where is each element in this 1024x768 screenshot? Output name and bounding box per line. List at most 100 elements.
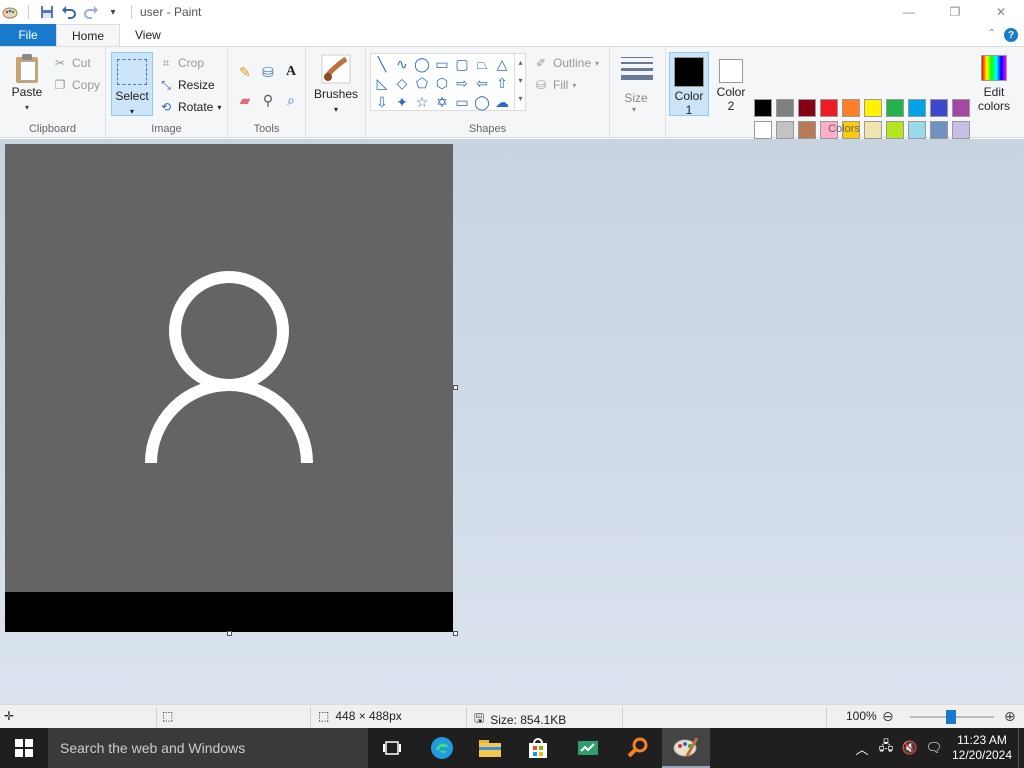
hexagon-shape-icon[interactable]: ⬡ — [434, 75, 450, 91]
save-icon[interactable] — [39, 4, 55, 20]
pencil-icon[interactable]: ✎ — [236, 63, 254, 81]
down-arrow-shape-icon[interactable]: ⇩ — [374, 94, 390, 110]
taskbar-file-explorer[interactable] — [466, 728, 514, 768]
taskbar-paint[interactable] — [662, 728, 710, 768]
volume-muted-icon[interactable]: 🔇 — [898, 728, 922, 768]
tab-view[interactable]: View — [120, 24, 176, 46]
palette-swatch[interactable] — [952, 99, 970, 117]
network-icon[interactable]: 🖧 — [874, 728, 898, 768]
rect-callout-shape-icon[interactable]: ▭ — [454, 94, 470, 110]
size-dropdown-icon[interactable]: ▾ — [632, 105, 636, 114]
task-view-button[interactable] — [368, 728, 416, 768]
palette-swatch[interactable] — [908, 99, 926, 117]
cloud-callout-shape-icon[interactable]: ☁ — [494, 94, 510, 110]
palette-swatch[interactable] — [820, 99, 838, 117]
collapse-ribbon-icon[interactable]: ⌃ — [988, 28, 996, 39]
paint-app-icon[interactable] — [2, 4, 18, 20]
palette-swatch[interactable] — [798, 99, 816, 117]
oval-callout-shape-icon[interactable]: ◯ — [474, 94, 490, 110]
palette-swatch[interactable] — [886, 99, 904, 117]
size-label[interactable]: Size — [616, 91, 656, 105]
resize-button[interactable]: ⤡ Resize — [158, 77, 215, 93]
color1-button[interactable]: Color 1 — [669, 52, 709, 117]
brushes-button[interactable]: Brushes ▾ — [311, 53, 361, 115]
paste-button[interactable]: Paste ▾ — [8, 53, 46, 113]
palette-swatch[interactable] — [930, 99, 948, 117]
zoom-slider[interactable] — [910, 710, 994, 724]
right-arrow-shape-icon[interactable]: ⇨ — [454, 75, 470, 91]
action-center-icon[interactable]: 🗨 — [922, 728, 946, 768]
rotate-button[interactable]: ⟲ Rotate ▾ — [158, 99, 221, 115]
undo-icon[interactable] — [61, 4, 77, 20]
triangle-shape-icon[interactable]: △ — [494, 56, 510, 72]
rectangle-shape-icon[interactable]: ▭ — [434, 56, 450, 72]
redo-icon[interactable] — [83, 4, 99, 20]
shapes-scroll[interactable]: ▴ ▾ ▾ — [514, 54, 526, 110]
fill-bucket-icon[interactable]: ⛁ — [259, 63, 277, 81]
taskbar-app-search[interactable] — [614, 728, 662, 768]
four-point-star-shape-icon[interactable]: ✦ — [394, 94, 410, 110]
five-point-star-shape-icon[interactable]: ☆ — [414, 94, 430, 110]
zoom-out-icon[interactable]: ⊖ — [882, 708, 894, 725]
copy-button[interactable]: ❐ Copy — [52, 77, 100, 93]
customize-toolbar-icon[interactable]: ▾ — [105, 4, 121, 20]
diamond-shape-icon[interactable]: ◇ — [394, 75, 410, 91]
brushes-dropdown-icon[interactable]: ▾ — [334, 105, 338, 114]
tab-home[interactable]: Home — [56, 24, 121, 46]
color2-swatch — [719, 59, 743, 83]
up-arrow-shape-icon[interactable]: ⇧ — [494, 75, 510, 91]
pentagon-shape-icon[interactable]: ⬠ — [414, 75, 430, 91]
taskbar-clock[interactable]: 11:23 AM 12/20/2024 — [946, 733, 1018, 763]
crop-label: Crop — [178, 56, 205, 70]
canvas-resize-handle-right[interactable] — [453, 385, 458, 390]
text-tool-icon[interactable]: A — [282, 63, 300, 81]
canvas-resize-handle-corner[interactable] — [453, 631, 458, 636]
crop-button[interactable]: ⌗ Crop — [158, 55, 204, 71]
drawing-canvas[interactable] — [5, 144, 453, 632]
rounded-rectangle-shape-icon[interactable]: ▢ — [454, 56, 470, 72]
eraser-icon[interactable]: ▰ — [236, 91, 254, 109]
maximize-button[interactable]: ❐ — [932, 0, 978, 24]
taskbar-app-green[interactable] — [564, 728, 612, 768]
start-button[interactable] — [0, 728, 48, 768]
right-triangle-shape-icon[interactable]: ◺ — [374, 75, 390, 91]
line-shape-icon[interactable]: ╲ — [374, 56, 390, 72]
left-arrow-shape-icon[interactable]: ⇦ — [474, 75, 490, 91]
color2-button[interactable]: Color 2 — [711, 52, 751, 116]
palette-swatch[interactable] — [842, 99, 860, 117]
curve-shape-icon[interactable]: ∿ — [394, 56, 410, 72]
taskbar-edge[interactable] — [418, 728, 466, 768]
cut-button[interactable]: ✂ Cut — [52, 55, 91, 71]
show-desktop-button[interactable] — [1018, 728, 1024, 768]
minimize-button[interactable]: — — [886, 0, 932, 24]
system-tray: ︿ 🖧 🔇 🗨 11:23 AM 12/20/2024 — [850, 728, 1024, 768]
size-lines-icon[interactable] — [621, 57, 653, 84]
zoom-slider-thumb[interactable] — [946, 710, 956, 724]
edit-colors-button[interactable]: Edit colors — [976, 55, 1012, 113]
close-button[interactable]: ✕ — [978, 0, 1024, 24]
taskbar-store[interactable] — [514, 728, 562, 768]
taskbar-search-box[interactable]: Search the web and Windows — [48, 728, 368, 768]
palette-swatch[interactable] — [754, 99, 772, 117]
outline-button[interactable]: ✐ Outline ▾ — [533, 55, 599, 71]
rotate-dropdown-icon[interactable]: ▾ — [217, 103, 221, 112]
select-button[interactable]: Select ▾ — [111, 52, 153, 116]
color-picker-icon[interactable]: ⚲ — [259, 91, 277, 109]
polygon-shape-icon[interactable]: ⏢ — [474, 56, 490, 72]
help-icon[interactable]: ? — [1004, 28, 1018, 42]
show-hidden-icons-icon[interactable]: ︿ — [850, 728, 874, 768]
tab-file[interactable]: File — [0, 24, 56, 46]
file-size-text: Size: 854.1KB — [490, 712, 567, 727]
canvas-resize-handle-bottom[interactable] — [227, 631, 232, 636]
magnifier-icon[interactable]: ⌕ — [282, 91, 300, 109]
palette-swatch[interactable] — [864, 99, 882, 117]
status-bar: ✛ ⬚ ⬚ 448 × 488px 🖫 Size: 854.1KB 100% ⊖… — [0, 704, 1024, 728]
resize-label: Resize — [178, 78, 215, 92]
zoom-in-icon[interactable]: ⊕ — [1004, 708, 1016, 725]
select-dropdown-icon[interactable]: ▾ — [130, 107, 134, 116]
six-point-star-shape-icon[interactable]: ✡ — [434, 94, 450, 110]
paste-dropdown-icon[interactable]: ▾ — [25, 103, 29, 112]
fill-button[interactable]: ⛁ Fill ▾ — [533, 77, 576, 93]
palette-swatch[interactable] — [776, 99, 794, 117]
oval-shape-icon[interactable]: ◯ — [414, 56, 430, 72]
